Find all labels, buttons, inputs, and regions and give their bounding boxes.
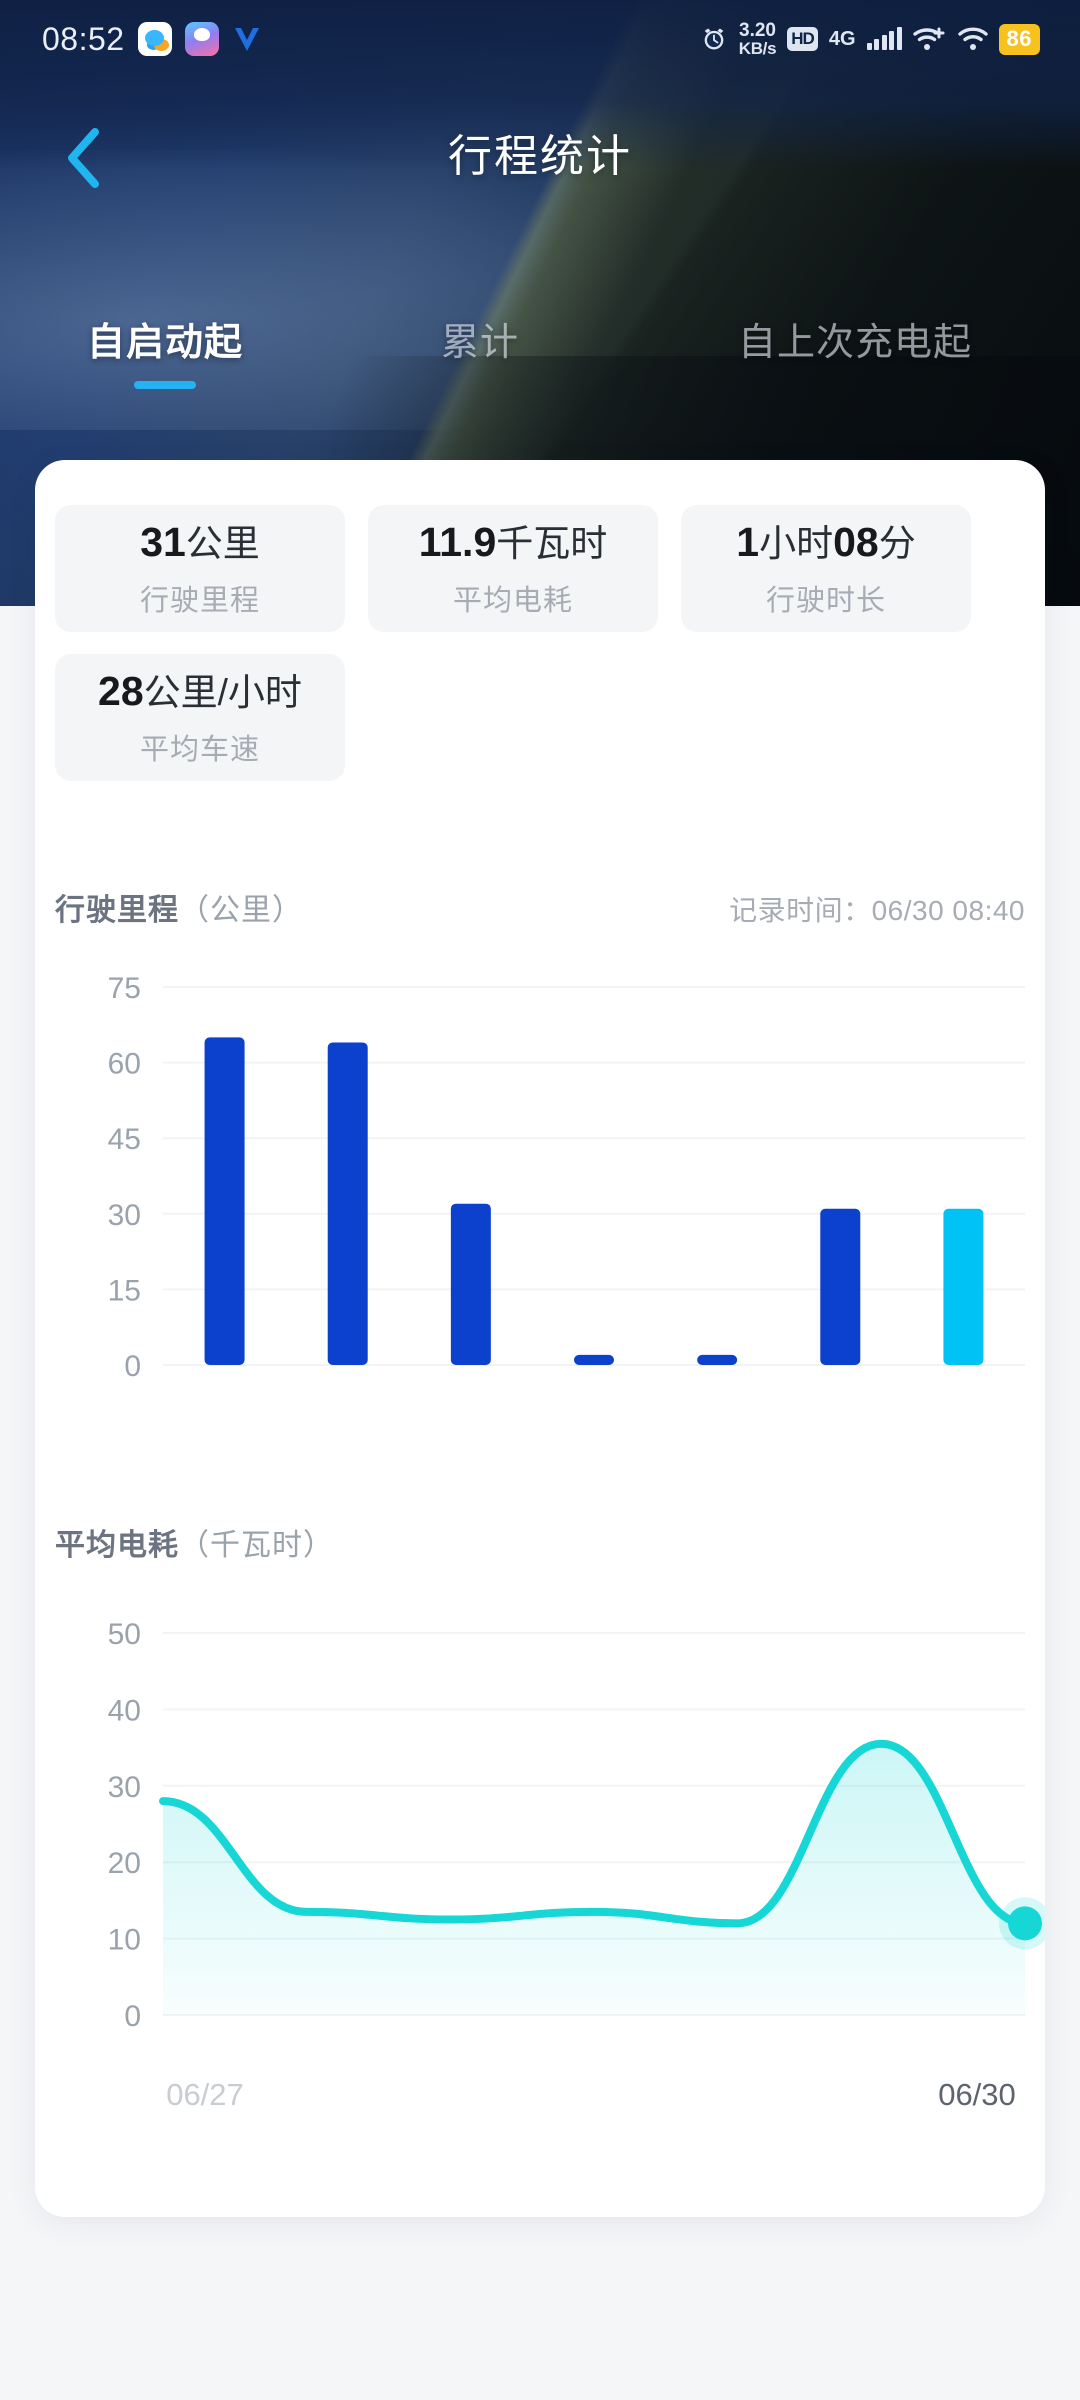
hd-icon: HD: [787, 27, 818, 51]
stat-tile-duration: 1小时08分 行驶时长: [681, 505, 971, 632]
wifi-icon: [957, 26, 988, 52]
stat-tile-speed-value: 28公里/小时: [98, 668, 302, 716]
tab-since-startup-label: 自启动起: [86, 322, 243, 364]
top-navigation-bar: 行程统计: [0, 110, 1080, 200]
page-title: 行程统计: [448, 132, 632, 181]
stat-tile-speed-label: 平均车速: [139, 733, 260, 766]
network-speed: 3.20 KB/s: [739, 21, 777, 58]
energy-section-header: 平均电耗（千瓦时）: [55, 1520, 1025, 1564]
bar-chart-bar[interactable]: [327, 1042, 368, 1365]
stat-tile-energy-label: 平均电耗: [452, 584, 573, 617]
v-logo-icon: [232, 24, 262, 54]
stat-tile-energy-unit: 千瓦时: [496, 522, 608, 564]
line-chart-y-tick: 10: [108, 1924, 141, 1957]
mileage-title-unit: （公里）: [179, 894, 303, 927]
bar-chart-y-tick: 75: [108, 972, 141, 1005]
stat-tile-energy-number: 11.9: [418, 518, 497, 565]
stat-tile-duration-hours-unit: 小时: [759, 522, 834, 564]
bar-chart-bar[interactable]: [204, 1037, 245, 1365]
stat-tile-mileage-value: 31公里: [140, 519, 260, 567]
energy-area-chart: 0 10 20 30 40 50 06/27 06/30: [35, 1605, 1045, 2165]
stats-tile-grid: 31公里 行驶里程 11.9千瓦时 平均电耗 1小时08分 行驶时长 28公里/…: [55, 505, 1025, 781]
bar-chart-y-tick: 45: [108, 1123, 141, 1156]
line-chart-y-tick: 50: [108, 1618, 141, 1651]
content-card: 31公里 行驶里程 11.9千瓦时 平均电耗 1小时08分 行驶时长 28公里/…: [35, 460, 1045, 2217]
bar-chart-y-tick: 0: [124, 1350, 141, 1383]
network-type-label: 4G: [828, 28, 856, 50]
tab-since-startup[interactable]: 自启动起: [0, 315, 330, 389]
status-bar-right: 3.20 KB/s HD 4G 86: [700, 21, 1040, 58]
stat-tile-speed-unit: 公里/小时: [143, 671, 302, 713]
line-chart-y-tick: 30: [108, 1771, 141, 1804]
line-chart-end-marker[interactable]: [1008, 1906, 1042, 1941]
stat-tile-mileage-number: 31: [140, 518, 186, 565]
mileage-bar-chart: 0 15 30 45 60 75: [35, 965, 1045, 1425]
stat-tile-duration-value: 1小时08分: [736, 519, 915, 567]
stat-tile-mileage-label: 行驶里程: [139, 584, 260, 617]
network-speed-value: 3.20: [739, 19, 776, 41]
stat-tile-duration-hours: 1: [736, 518, 760, 565]
tab-since-last-charge-label: 自上次充电起: [737, 322, 972, 364]
line-chart-x-tick: 06/30: [938, 2077, 1016, 2112]
status-bar-left: 08:52: [42, 21, 262, 58]
line-chart-y-tick: 40: [108, 1694, 141, 1727]
bar-chart-bar[interactable]: [450, 1203, 491, 1365]
energy-title-unit: （千瓦时）: [179, 1529, 334, 1562]
bar-chart-bar[interactable]: [943, 1208, 984, 1365]
wifi-plus-icon: [912, 26, 947, 52]
stat-tile-mileage-unit: 公里: [185, 522, 260, 564]
tab-total[interactable]: 累计: [330, 315, 630, 371]
tab-total-label: 累计: [440, 322, 519, 364]
music-app-icon: [184, 22, 219, 56]
status-bar: 08:52 3.20 KB/s HD 4G 86: [0, 0, 1080, 78]
energy-title-text: 平均电耗: [55, 1529, 179, 1562]
stat-tile-speed-number: 28: [98, 667, 144, 714]
line-chart-area-fill: [163, 1743, 1025, 2015]
mileage-section-header: 行驶里程（公里） 记录时间：06/30 08:40: [55, 885, 1025, 929]
network-speed-unit: KB/s: [738, 38, 777, 58]
bar-chart-y-tick: 60: [108, 1048, 141, 1081]
mileage-title-text: 行驶里程: [55, 894, 179, 927]
alarm-icon: [700, 25, 728, 53]
bar-chart-bar[interactable]: [574, 1354, 614, 1365]
stat-tile-energy-value: 11.9千瓦时: [419, 519, 608, 567]
wechat-app-icon: [137, 22, 172, 56]
tab-since-last-charge[interactable]: 自上次充电起: [630, 315, 1080, 371]
stat-tile-duration-label: 行驶时长: [765, 584, 886, 617]
bar-chart-y-tick: 15: [108, 1274, 141, 1307]
line-chart-y-tick: 0: [124, 2000, 141, 2033]
mileage-bar-chart-svg: 0 15 30 45 60 75: [108, 972, 1025, 1383]
bar-chart-y-tick: 30: [108, 1199, 141, 1232]
signal-bars-icon: [866, 27, 902, 50]
bar-chart-bar[interactable]: [820, 1208, 861, 1365]
tab-bar: 自启动起 累计 自上次充电起: [0, 315, 1080, 425]
stat-tile-energy: 11.9千瓦时 平均电耗: [368, 505, 658, 632]
mileage-section-title: 行驶里程（公里）: [55, 885, 303, 929]
energy-area-chart-svg: 0 10 20 30 40 50 06/27 06/30: [108, 1618, 1045, 2112]
app-screen: 08:52 3.20 KB/s HD 4G 86 行程统计 自启动起 累计 自上…: [0, 0, 1080, 2400]
battery-icon: 86: [998, 23, 1040, 55]
stat-tile-mileage: 31公里 行驶里程: [55, 505, 345, 632]
stat-tile-duration-minutes: 08: [833, 518, 879, 565]
energy-section-title: 平均电耗（千瓦时）: [55, 1520, 334, 1564]
stat-tile-duration-minutes-unit: 分: [878, 522, 916, 564]
line-chart-x-tick: 06/27: [166, 2077, 244, 2112]
stat-tile-speed: 28公里/小时 平均车速: [55, 654, 345, 781]
status-time: 08:52: [42, 20, 125, 57]
line-chart-y-tick: 20: [108, 1847, 141, 1880]
mileage-record-time: 记录时间：06/30 08:40: [729, 895, 1025, 926]
tab-active-indicator: [134, 381, 196, 389]
bar-chart-bar[interactable]: [697, 1354, 738, 1365]
